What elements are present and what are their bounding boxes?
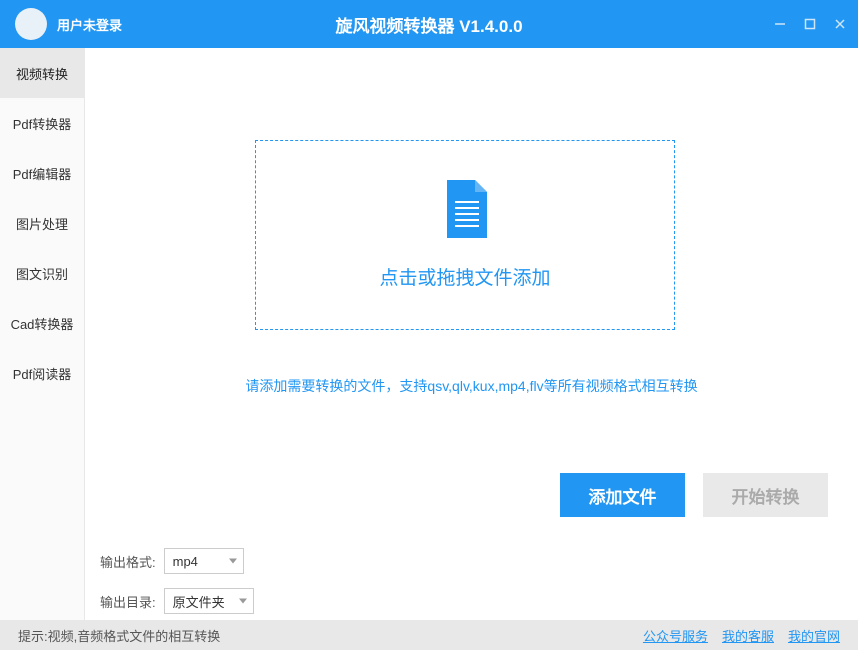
dropzone-text: 点击或拖拽文件添加 — [379, 263, 550, 290]
sidebar-item-pdf-convert[interactable]: Pdf转换器 — [0, 98, 84, 148]
output-format-value: mp4 — [173, 554, 198, 569]
titlebar: 用户未登录 旋风视频转换器 V1.4.0.0 — [0, 0, 858, 48]
sidebar-item-cad-convert[interactable]: Cad转换器 — [0, 298, 84, 348]
sidebar-item-label: Pdf编辑器 — [13, 164, 72, 183]
action-buttons: 添加文件 开始转换 — [560, 473, 828, 517]
sidebar-item-image-process[interactable]: 图片处理 — [0, 198, 84, 248]
sidebar-item-label: Pdf阅读器 — [13, 364, 72, 383]
output-format-select[interactable]: mp4 — [164, 548, 244, 574]
sidebar-item-video-convert[interactable]: 视频转换 — [0, 48, 84, 98]
output-format-label: 输出格式: — [100, 552, 156, 571]
output-format-row: 输出格式: mp4 — [100, 548, 244, 574]
footer-link-support[interactable]: 我的客服 — [722, 626, 774, 645]
app-title: 旋风视频转换器 V1.4.0.0 — [335, 12, 522, 37]
output-dir-row: 输出目录: 原文件夹 — [100, 588, 254, 614]
content-area: 点击或拖拽文件添加 请添加需要转换的文件，支持qsv,qlv,kux,mp4,f… — [85, 48, 858, 620]
file-icon — [443, 180, 487, 238]
window-controls — [772, 16, 848, 32]
footer-link-wechat[interactable]: 公众号服务 — [643, 626, 708, 645]
user-status-label: 用户未登录 — [57, 15, 122, 34]
sidebar-item-pdf-edit[interactable]: Pdf编辑器 — [0, 148, 84, 198]
sidebar-item-label: 图片处理 — [16, 214, 68, 233]
sidebar-item-label: Cad转换器 — [11, 314, 74, 333]
avatar[interactable] — [15, 8, 47, 40]
output-dir-select[interactable]: 原文件夹 — [164, 588, 254, 614]
footer-tip: 提示:视频,音频格式文件的相互转换 — [18, 626, 220, 645]
sidebar-item-pdf-reader[interactable]: Pdf阅读器 — [0, 348, 84, 398]
main-area: 视频转换 Pdf转换器 Pdf编辑器 图片处理 图文识别 Cad转换器 Pdf阅… — [0, 48, 858, 620]
output-dir-label: 输出目录: — [100, 592, 156, 611]
sidebar-item-ocr[interactable]: 图文识别 — [0, 248, 84, 298]
sidebar-item-label: 图文识别 — [16, 264, 68, 283]
format-hint-text: 请添加需要转换的文件，支持qsv,qlv,kux,mp4,flv等所有视频格式相… — [85, 376, 858, 396]
maximize-button[interactable] — [802, 16, 818, 32]
minimize-button[interactable] — [772, 16, 788, 32]
footer-links: 公众号服务 我的客服 我的官网 — [643, 626, 840, 645]
add-file-button[interactable]: 添加文件 — [560, 473, 685, 517]
close-button[interactable] — [832, 16, 848, 32]
file-dropzone[interactable]: 点击或拖拽文件添加 — [255, 140, 675, 330]
chevron-down-icon — [229, 559, 237, 564]
sidebar: 视频转换 Pdf转换器 Pdf编辑器 图片处理 图文识别 Cad转换器 Pdf阅… — [0, 48, 85, 620]
footer: 提示:视频,音频格式文件的相互转换 公众号服务 我的客服 我的官网 — [0, 620, 858, 650]
sidebar-item-label: Pdf转换器 — [13, 114, 72, 133]
output-dir-value: 原文件夹 — [173, 592, 225, 611]
chevron-down-icon — [239, 599, 247, 604]
sidebar-item-label: 视频转换 — [16, 64, 68, 83]
footer-link-website[interactable]: 我的官网 — [788, 626, 840, 645]
start-convert-button[interactable]: 开始转换 — [703, 473, 828, 517]
